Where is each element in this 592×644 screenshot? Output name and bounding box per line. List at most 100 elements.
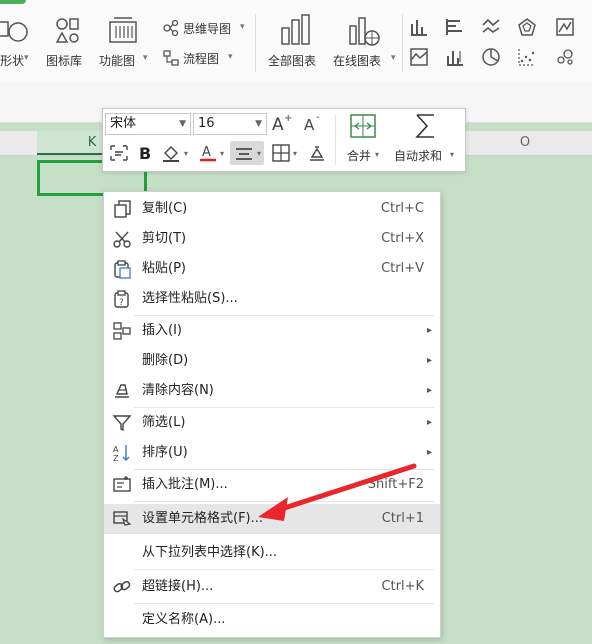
format-painter-icon[interactable] (109, 143, 129, 167)
decrease-font-icon[interactable]: A- (303, 112, 325, 138)
borders-icon[interactable] (271, 143, 291, 167)
link-icon (112, 577, 132, 597)
flowchart-icon[interactable] (163, 50, 179, 66)
menu-item-hyperlink[interactable]: 超链接(H)... Ctrl+K (104, 572, 440, 602)
menu-item-label: 删除(D) (142, 353, 189, 368)
menu-item-shortcut: Ctrl+X (381, 231, 424, 246)
flowchart-button[interactable]: 流程图 (183, 50, 219, 67)
scissors-icon (112, 229, 132, 249)
menu-item-pick-from-list[interactable]: 从下拉列表中选择(K)... (104, 538, 440, 568)
submenu-arrow-icon: ▸ (426, 385, 432, 396)
menu-item-cut[interactable]: 剪切(T) Ctrl+X (104, 224, 440, 254)
scatter-chart-icon[interactable] (518, 48, 536, 66)
font-name-select[interactable]: 宋体 ▼ (105, 113, 191, 135)
submenu-arrow-icon: ▸ (426, 355, 432, 366)
radar-chart-icon[interactable] (518, 18, 536, 36)
all-charts-button[interactable]: 全部图表 (268, 52, 316, 69)
mind-map-button[interactable]: 思维导图 (183, 20, 231, 37)
font-size-select[interactable]: 16 ▼ (193, 113, 267, 135)
menu-item-filter[interactable]: 筛选(L) ▸ (104, 408, 440, 438)
chevron-down-icon[interactable]: ▾ (450, 150, 454, 159)
area-chart-icon[interactable] (410, 48, 428, 66)
menu-item-shortcut: Ctrl+1 (381, 511, 424, 526)
menu-item-label: 筛选(L) (142, 415, 186, 430)
svg-text:Z: Z (113, 454, 119, 463)
mind-map-icon[interactable] (163, 20, 179, 36)
font-color-icon[interactable]: A (199, 143, 217, 167)
paste-special-icon: ? (112, 289, 132, 309)
icon-library-button[interactable]: 图标库 (46, 52, 82, 69)
sum-icon[interactable] (414, 112, 438, 144)
menu-item-paste-special[interactable]: ? 选择性粘贴(S)... (104, 284, 440, 314)
line-chart-icon[interactable] (482, 18, 500, 36)
submenu-arrow-icon: ▸ (426, 447, 432, 458)
chevron-down-icon[interactable]: ▾ (293, 149, 297, 158)
chevron-down-icon: ▾ (24, 53, 29, 63)
chevron-down-icon: ▾ (228, 52, 233, 62)
shapes-icon[interactable] (0, 18, 30, 48)
autosum-label[interactable]: 自动求和 (394, 147, 442, 164)
menu-item-paste[interactable]: 粘贴(P) Ctrl+V (104, 254, 440, 284)
all-charts-icon[interactable] (280, 14, 310, 46)
online-charts-button[interactable]: 在线图表 (333, 52, 381, 69)
chevron-down-icon[interactable]: ▾ (184, 149, 188, 158)
menu-item-label: 排序(U) (142, 445, 188, 460)
menu-item-insert-comment[interactable]: 插入批注(M)... Shift+F2 (104, 470, 440, 500)
bubble-chart-icon[interactable] (556, 48, 574, 66)
chevron-down-icon: ▾ (143, 53, 148, 63)
active-tab-indicator (0, 0, 26, 4)
menu-item-define-name[interactable]: 定义名称(A)... (104, 605, 440, 635)
svg-text:+: + (284, 113, 292, 124)
increase-font-icon[interactable]: A + (271, 112, 293, 138)
bar-chart-icon[interactable] (446, 18, 464, 36)
function-chart-button[interactable]: 功能图 (99, 52, 135, 69)
menu-item-label: 从下拉列表中选择(K)... (142, 545, 278, 560)
ribbon: 形状 ▾ 图标库 功能图 ▾ 思维导图 ▾ 流程图 ▾ 全部图表 在线图表 ▾ (0, 0, 592, 83)
svg-text:A: A (304, 116, 315, 134)
chevron-down-icon[interactable]: ▾ (220, 149, 224, 158)
menu-item-format-cells[interactable]: 设置单元格格式(F)... Ctrl+1 (104, 504, 440, 534)
clear-format-icon[interactable] (307, 143, 327, 167)
bold-icon[interactable]: B (137, 143, 155, 167)
menu-item-label: 插入(I) (142, 323, 182, 338)
icon-library-icon[interactable] (54, 16, 82, 46)
svg-text:A: A (272, 115, 284, 134)
menu-item-shortcut: Ctrl+C (380, 201, 424, 216)
chevron-down-icon[interactable]: ▾ (375, 150, 379, 159)
merge-cells-icon[interactable] (350, 113, 376, 143)
menu-separator (134, 569, 434, 570)
menu-item-copy[interactable]: 复制(C) Ctrl+C (104, 194, 440, 224)
stock-chart-icon[interactable] (556, 18, 574, 36)
chevron-down-icon: ▼ (255, 119, 262, 129)
pie-chart-icon[interactable] (482, 48, 500, 66)
online-charts-icon[interactable] (348, 14, 380, 46)
menu-item-label: 清除内容(N) (142, 383, 214, 398)
column-header[interactable]: O (470, 131, 580, 155)
insert-icon (112, 321, 132, 341)
menu-separator (134, 501, 434, 502)
menu-item-label: 选择性粘贴(S)... (142, 291, 238, 306)
combo-chart-icon[interactable] (446, 48, 464, 66)
chevron-down-icon: ▾ (391, 53, 396, 63)
merge-label[interactable]: 合并 (347, 147, 371, 164)
column-chart-icon[interactable] (410, 18, 428, 36)
filter-icon (112, 413, 132, 433)
align-center-icon[interactable] (234, 145, 254, 167)
menu-item-shortcut: Ctrl+V (381, 261, 424, 276)
svg-text:?: ? (119, 298, 124, 308)
menu-item-insert[interactable]: 插入(I) ▸ (104, 316, 440, 346)
chevron-down-icon[interactable]: ▾ (257, 149, 261, 158)
svg-text:B: B (139, 144, 151, 163)
chevron-down-icon: ▾ (240, 22, 245, 32)
menu-item-sort[interactable]: AZ 排序(U) ▸ (104, 438, 440, 468)
comment-icon (112, 475, 132, 495)
function-chart-icon[interactable] (108, 16, 138, 46)
menu-item-delete[interactable]: 删除(D) ▸ (104, 346, 440, 376)
context-menu: 复制(C) Ctrl+C 剪切(T) Ctrl+X 粘贴(P) Ctrl+V ?… (103, 191, 441, 638)
ribbon-separator (402, 14, 403, 72)
menu-item-clear-contents[interactable]: 清除内容(N) ▸ (104, 376, 440, 406)
shapes-button[interactable]: 形状 (0, 52, 24, 69)
font-size-value: 16 (198, 116, 215, 131)
fill-color-icon[interactable] (161, 143, 183, 167)
chevron-down-icon: ▼ (179, 119, 186, 129)
